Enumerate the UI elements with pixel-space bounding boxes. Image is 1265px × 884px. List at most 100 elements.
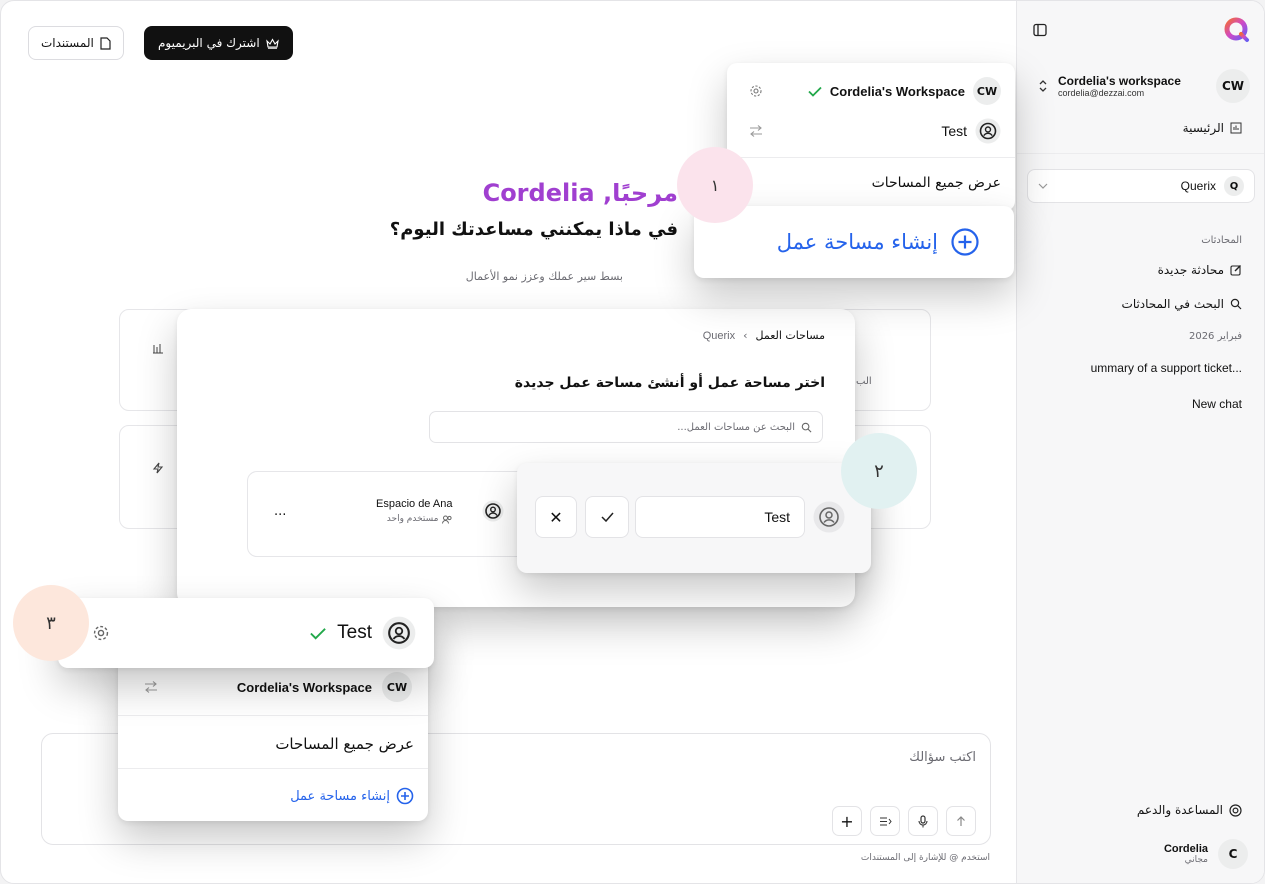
user-profile[interactable]: C Cordelia مجاني bbox=[1164, 839, 1248, 869]
chevron-updown-icon bbox=[1038, 79, 1048, 93]
check-icon bbox=[309, 627, 327, 640]
divider bbox=[727, 157, 1015, 158]
create-workspace-label: إنشاء مساحة عمل bbox=[776, 230, 938, 254]
help-label: المساعدة والدعم bbox=[1136, 803, 1223, 817]
user-plan: مجاني bbox=[1184, 855, 1208, 865]
user-avatar: C bbox=[1218, 839, 1248, 869]
user-circle-icon bbox=[382, 616, 416, 650]
greeting-subtitle: بسط سير عملك وعزز نمو الأعمال bbox=[465, 270, 623, 283]
lifebuoy-icon bbox=[1229, 803, 1242, 817]
view-all-workspaces[interactable]: عرض جميع المساحات bbox=[872, 175, 1001, 191]
edit-icon bbox=[1230, 264, 1242, 276]
active-workspace-name: Test bbox=[337, 622, 372, 643]
agent-selector[interactable]: Querix Q bbox=[1027, 169, 1255, 203]
create-workspace-button[interactable]: إنشاء مساحة عمل bbox=[290, 787, 414, 805]
workspace-item-icon bbox=[482, 500, 504, 522]
rename-input[interactable]: Test bbox=[635, 496, 805, 538]
create-workspace-label: إنشاء مساحة عمل bbox=[290, 788, 390, 804]
workspace-email: cordelia@dezzai.com bbox=[1058, 88, 1145, 98]
agent-avatar: Q bbox=[1224, 176, 1244, 196]
search-chats-button[interactable]: البحث في المحادثات bbox=[1122, 297, 1242, 311]
greeting-question: في ماذا يمكنني مساعدتك اليوم؟ bbox=[389, 219, 678, 240]
check-icon bbox=[808, 86, 822, 97]
plus-icon: + bbox=[840, 811, 854, 831]
rename-popover: ✕ Test bbox=[517, 463, 871, 573]
workspace-item-name: Espacio de Ana bbox=[376, 498, 453, 510]
search-chats-label: البحث في المحادثات bbox=[1121, 297, 1224, 311]
settings-icon[interactable] bbox=[749, 84, 763, 98]
divider bbox=[1017, 153, 1264, 154]
workspace-name: Cordelia's workspace bbox=[1058, 74, 1181, 88]
view-all-workspaces[interactable]: عرض جميع المساحات bbox=[275, 735, 414, 753]
tools-button[interactable] bbox=[870, 806, 900, 836]
workspace-option-active[interactable]: Cordelia's Workspace CW bbox=[749, 75, 1001, 107]
workspace-search-input[interactable]: البحث عن مساحات العمل... bbox=[429, 411, 823, 443]
search-icon bbox=[1230, 298, 1242, 310]
step-badge-3: ٣ bbox=[13, 585, 89, 661]
chevron-left-icon: › bbox=[743, 329, 748, 342]
chat-item[interactable]: New chat bbox=[1192, 397, 1242, 411]
workspace-option-name: Test bbox=[941, 123, 967, 139]
modal-title: اختر مساحة عمل أو أنشئ مساحة عمل جديدة bbox=[514, 375, 825, 391]
chart-icon bbox=[1230, 122, 1242, 134]
microphone-button[interactable] bbox=[908, 806, 938, 836]
send-button[interactable] bbox=[946, 806, 976, 836]
divider bbox=[118, 715, 428, 716]
workspace-option-name: Cordelia's Workspace bbox=[829, 83, 965, 99]
suggestion-text: الب bbox=[856, 376, 872, 387]
chevron-down-icon bbox=[1038, 183, 1048, 189]
workspace-user-icon bbox=[813, 501, 845, 533]
chart-icon bbox=[152, 342, 164, 354]
workspace-active-row[interactable]: Test bbox=[58, 598, 434, 668]
workspace-option[interactable]: Cordelia's Workspace CW bbox=[118, 663, 428, 711]
workspace-switcher[interactable]: CW Cordelia's workspace cordelia@dezzai.… bbox=[1030, 69, 1250, 103]
users-icon bbox=[442, 515, 453, 524]
agent-name: Querix bbox=[1180, 179, 1216, 193]
close-icon: ✕ bbox=[549, 507, 563, 527]
chat-item[interactable]: ummary of a support ticket... bbox=[1091, 361, 1242, 375]
sidebar-item-label: الرئيسية bbox=[1182, 121, 1224, 135]
switch-icon bbox=[144, 681, 158, 693]
workspace-option[interactable]: Test bbox=[749, 115, 1001, 147]
chats-heading: المحادثات bbox=[1201, 235, 1242, 246]
composer-input[interactable]: اكتب سؤالك bbox=[909, 750, 976, 765]
breadcrumb-root[interactable]: Querix bbox=[703, 330, 735, 342]
arrow-up-icon bbox=[956, 815, 966, 827]
sliders-icon bbox=[879, 816, 892, 827]
create-workspace-highlight[interactable]: إنشاء مساحة عمل bbox=[694, 206, 1014, 278]
breadcrumb-current: مساحات العمل bbox=[755, 329, 825, 342]
cancel-rename-button[interactable]: ✕ bbox=[535, 496, 577, 538]
new-chat-label: محادثة جديدة bbox=[1157, 263, 1224, 277]
add-attachment-button[interactable]: + bbox=[832, 806, 862, 836]
search-placeholder: البحث عن مساحات العمل... bbox=[677, 421, 795, 433]
app-logo bbox=[1224, 17, 1250, 43]
microphone-icon bbox=[918, 814, 928, 828]
divider bbox=[118, 768, 428, 769]
sidebar-item-home[interactable]: الرئيسية bbox=[1183, 121, 1242, 135]
more-options-button[interactable]: ... bbox=[274, 504, 286, 519]
subscribe-premium-button[interactable]: اشترك في البريميوم bbox=[144, 26, 293, 60]
switch-icon bbox=[749, 125, 763, 137]
sidebar: CW Cordelia's workspace cordelia@dezzai.… bbox=[1016, 1, 1264, 883]
settings-icon[interactable] bbox=[92, 624, 110, 642]
confirm-rename-button[interactable] bbox=[585, 496, 629, 538]
help-support-button[interactable]: المساعدة والدعم bbox=[1137, 803, 1242, 817]
workspace-dropdown-top: Cordelia's Workspace CW Test عرض جميع ال… bbox=[727, 63, 1015, 211]
workspace-option-name: Cordelia's Workspace bbox=[236, 679, 372, 695]
new-chat-button[interactable]: محادثة جديدة bbox=[1158, 263, 1242, 277]
check-icon bbox=[600, 512, 614, 522]
greeting-hello: مرحبًا, Cordelia bbox=[482, 179, 678, 207]
workspace-item-members: مستخدم واحد bbox=[386, 514, 439, 524]
toggle-sidebar-icon[interactable] bbox=[1033, 23, 1047, 37]
user-name: Cordelia bbox=[1163, 843, 1208, 855]
composer-hint: استخدم @ للإشارة إلى المستندات bbox=[860, 853, 990, 863]
step-badge-2: ٢ bbox=[841, 433, 917, 509]
plus-circle-icon bbox=[396, 787, 414, 805]
workspace-option-avatar: CW bbox=[382, 672, 412, 702]
documents-button[interactable]: المستندات bbox=[28, 26, 124, 60]
search-icon bbox=[801, 422, 812, 433]
documents-label: المستندات bbox=[41, 36, 94, 50]
user-circle-icon bbox=[975, 118, 1001, 144]
workspace-option-avatar: CW bbox=[973, 77, 1001, 105]
step-badge-1: ١ bbox=[677, 147, 753, 223]
